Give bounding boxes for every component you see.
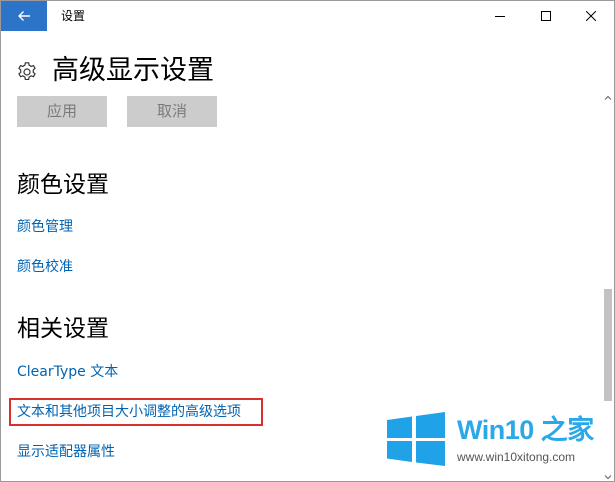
scroll-up-arrow-icon[interactable] — [604, 94, 612, 102]
gear-icon — [18, 62, 36, 81]
arrow-left-icon — [18, 11, 30, 21]
page-title: 高级显示设置 — [52, 55, 214, 86]
apply-button[interactable]: 应用 — [17, 96, 107, 127]
watermark-brand: Win10 之家 — [457, 415, 594, 445]
minimize-button[interactable] — [477, 1, 523, 31]
scrollbar-thumb[interactable] — [604, 289, 612, 401]
display-adapter-properties-link[interactable]: 显示适配器属性 — [17, 442, 115, 462]
color-settings-heading: 颜色设置 — [17, 172, 109, 198]
highlight-box — [9, 398, 263, 426]
windows-logo-icon — [387, 412, 445, 466]
minimize-icon — [495, 16, 505, 17]
maximize-icon — [541, 11, 551, 21]
close-button[interactable] — [568, 1, 614, 31]
vertical-scrollbar[interactable] — [602, 93, 614, 481]
cancel-button[interactable]: 取消 — [127, 96, 217, 127]
color-management-link[interactable]: 颜色管理 — [17, 217, 73, 237]
watermark-url: www.win10xitong.com — [457, 450, 576, 464]
window-title: 设置 — [61, 9, 86, 23]
maximize-button[interactable] — [523, 1, 569, 31]
back-button[interactable] — [1, 1, 47, 31]
scroll-down-arrow-icon[interactable] — [604, 474, 612, 480]
close-icon — [586, 11, 596, 21]
title-bar: 设置 — [1, 1, 614, 31]
related-settings-heading: 相关设置 — [17, 316, 109, 342]
cleartype-text-link[interactable]: ClearType 文本 — [17, 362, 118, 382]
settings-window: 设置 高级显示设置 应用 取消 颜色设置 颜色管理 颜色校准 相关设置 Clea… — [0, 0, 615, 482]
color-calibration-link[interactable]: 颜色校准 — [17, 257, 73, 277]
